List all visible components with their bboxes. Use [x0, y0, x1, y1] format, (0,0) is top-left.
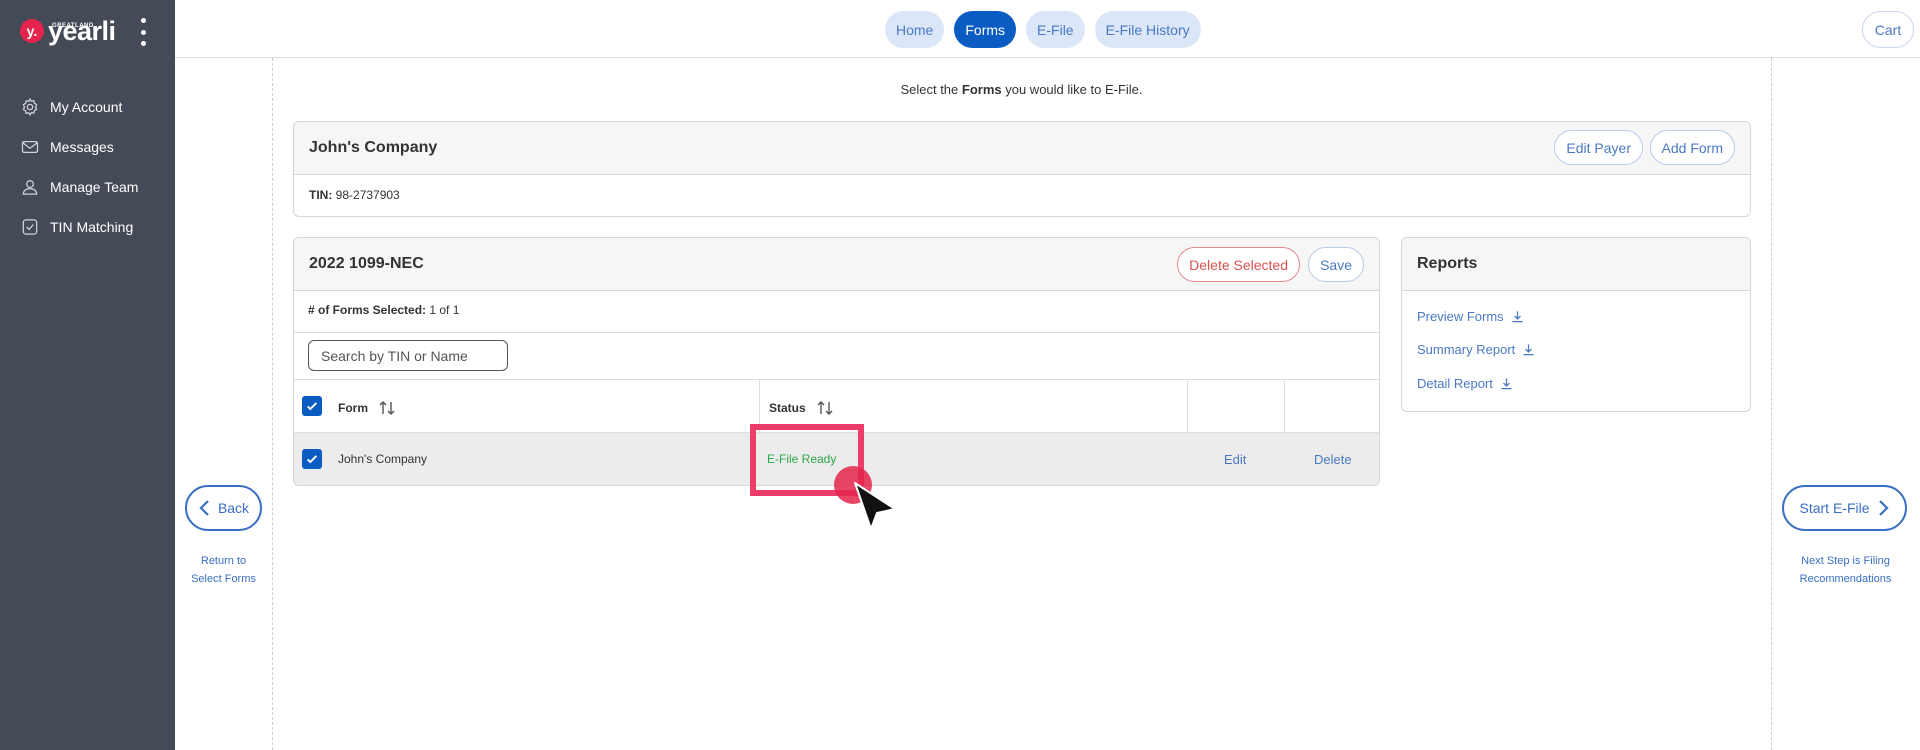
more-options-icon[interactable]	[138, 18, 148, 46]
cursor-pointer-icon	[834, 466, 896, 530]
preview-forms-link[interactable]: Preview Forms	[1417, 309, 1524, 324]
sidebar: y. GREATLAND yearli My Account Messages …	[0, 0, 175, 750]
form-type-title: 2022 1099-NEC	[309, 255, 424, 272]
sidebar-item-label: My Account	[50, 99, 123, 115]
sort-icon	[379, 401, 395, 415]
logo-wordmark: GREATLAND yearli	[48, 16, 116, 46]
status-column-header[interactable]: Status	[769, 399, 834, 417]
payer-tin: TIN: 98-2737903	[309, 188, 400, 202]
sidebar-item-label: TIN Matching	[50, 219, 134, 235]
payer-name: John's Company	[309, 139, 438, 156]
sort-icon	[817, 401, 833, 415]
row-divider	[294, 332, 1379, 333]
download-icon	[1523, 344, 1534, 356]
sidebar-item-my-account[interactable]: My Account	[20, 97, 138, 117]
row-divider	[294, 379, 1379, 380]
content-divider-left	[272, 58, 273, 750]
tab-forms[interactable]: Forms	[954, 11, 1017, 48]
back-button[interactable]: Back	[185, 485, 262, 531]
start-e-file-button[interactable]: Start E-File	[1782, 485, 1907, 531]
sidebar-item-label: Manage Team	[50, 179, 139, 195]
add-form-button[interactable]: Add Form	[1649, 130, 1735, 165]
tab-home[interactable]: Home	[885, 11, 945, 48]
gear-icon	[22, 97, 38, 117]
check-document-icon	[22, 219, 38, 235]
cart-button[interactable]: Cart	[1862, 11, 1914, 48]
download-icon	[1501, 378, 1512, 390]
form-column-header[interactable]: Form	[338, 399, 396, 417]
sidebar-item-tin-matching[interactable]: TIN Matching	[20, 217, 138, 237]
chevron-left-icon	[199, 500, 209, 516]
chevron-right-icon	[1878, 500, 1889, 516]
delete-row-button[interactable]: Delete	[1314, 452, 1352, 467]
reports-panel: Reports Preview Forms Summary Report Det…	[1401, 237, 1751, 412]
reports-panel-header: Reports	[1402, 238, 1750, 291]
search-input[interactable]	[308, 340, 508, 371]
checkmark-icon	[306, 402, 318, 411]
checkmark-icon	[306, 455, 318, 464]
detail-report-link[interactable]: Detail Report	[1417, 376, 1513, 391]
tab-e-file-history[interactable]: E-File History	[1094, 11, 1201, 48]
sidebar-item-messages[interactable]: Messages	[20, 137, 138, 157]
payer-panel-header: John's Company Edit Payer Add Form	[294, 122, 1750, 175]
row-form-name: John's Company	[338, 452, 428, 466]
sidebar-item-label: Messages	[50, 139, 114, 155]
user-icon	[22, 180, 38, 195]
tab-e-file[interactable]: E-File	[1026, 11, 1085, 48]
content-divider-right	[1771, 58, 1772, 750]
back-note: Return to Select Forms	[191, 555, 256, 585]
row-checkbox[interactable]	[302, 449, 322, 469]
summary-report-link[interactable]: Summary Report	[1417, 342, 1535, 357]
main-tabs: Home Forms E-File E-File History	[885, 11, 1201, 48]
edit-row-button[interactable]: Edit	[1224, 452, 1246, 467]
envelope-icon	[21, 140, 39, 154]
sidebar-nav: My Account Messages Manage Team TIN Matc…	[20, 97, 138, 257]
download-icon	[1512, 311, 1523, 323]
yearli-logo[interactable]: y. GREATLAND yearli	[20, 16, 116, 46]
logo-mark: y.	[20, 19, 44, 43]
instruction-text: Select the Forms you would like to E-Fil…	[900, 82, 1143, 97]
sidebar-item-manage-team[interactable]: Manage Team	[20, 177, 138, 197]
delete-selected-button[interactable]: Delete Selected	[1177, 247, 1300, 282]
edit-payer-button[interactable]: Edit Payer	[1554, 130, 1643, 165]
top-nav: Home Forms E-File E-File History Cart	[175, 0, 1920, 58]
save-button[interactable]: Save	[1308, 247, 1364, 282]
reports-title: Reports	[1417, 255, 1478, 272]
next-step-note: Next Step is Filing Recommendations	[1799, 555, 1892, 585]
select-all-checkbox[interactable]	[302, 396, 322, 416]
payer-panel: John's Company Edit Payer Add Form TIN: …	[293, 121, 1751, 217]
logo-subtitle: GREATLAND	[52, 23, 94, 29]
forms-selected-count: # of Forms Selected: 1 of 1	[308, 303, 460, 317]
forms-panel-header: 2022 1099-NEC Delete Selected Save	[294, 238, 1379, 291]
